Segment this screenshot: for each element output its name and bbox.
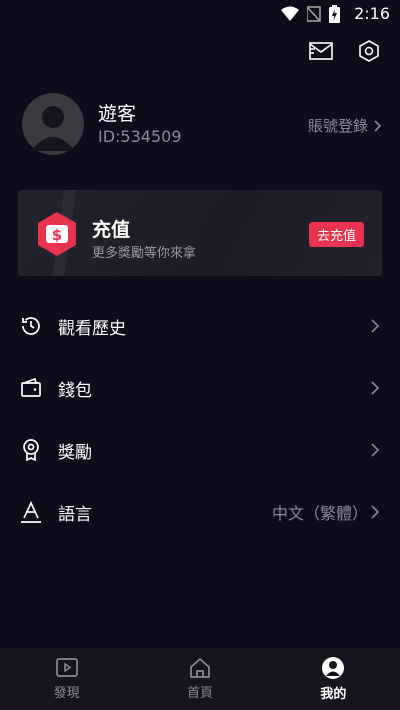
tab-me[interactable]: 我的 <box>267 648 400 710</box>
home-icon <box>190 657 210 678</box>
chevron-right-icon <box>371 319 380 333</box>
mail-icon <box>309 42 333 60</box>
status-bar: 2:16 <box>0 0 400 28</box>
tab-home[interactable]: 首頁 <box>133 648 266 710</box>
recharge-card[interactable]: $ 充值 更多獎勵等你來拿 去充值 <box>18 190 382 276</box>
menu-item-reward[interactable]: 獎勵 <box>0 419 400 481</box>
status-time: 2:16 <box>354 4 390 23</box>
tab-label-discover: 發現 <box>53 686 80 701</box>
menu-label-reward: 獎勵 <box>58 442 92 463</box>
menu-label-language: 語言 <box>58 504 92 525</box>
menu-label-history: 觀看歷史 <box>58 318 126 339</box>
language-value: 中文（繁體） <box>271 504 368 523</box>
chevron-right-icon <box>371 505 380 519</box>
reward-icon <box>20 439 42 461</box>
profile-name: 遊客 <box>98 103 137 125</box>
top-actions <box>308 38 382 64</box>
user-avatar-icon <box>31 106 75 151</box>
no-signal-icon <box>307 6 321 22</box>
svg-text:$: $ <box>52 226 62 244</box>
chevron-right-icon <box>371 443 380 457</box>
avatar[interactable] <box>22 93 84 155</box>
profile-uid: ID:534509 <box>98 127 182 146</box>
play-square-icon <box>55 658 78 677</box>
settings-menu: 觀看歷史 錢包 獎勵 語言 中文（繁體） <box>0 295 400 543</box>
recharge-title: 充值 <box>92 219 131 241</box>
profile-section: 遊客 ID:534509 賬號登錄 <box>22 93 382 155</box>
message-button[interactable] <box>308 38 334 64</box>
recharge-subtitle: 更多獎勵等你來拿 <box>92 246 197 261</box>
wallet-icon <box>20 377 42 399</box>
coin-s-icon: $ <box>38 212 76 256</box>
tab-label-me: 我的 <box>320 687 347 702</box>
chevron-right-icon <box>374 119 382 132</box>
bottom-tab-bar: 發現 首頁 我的 <box>0 648 400 710</box>
user-circle-icon <box>322 657 345 679</box>
battery-charging-icon <box>329 5 340 23</box>
tab-discover[interactable]: 發現 <box>0 648 133 710</box>
go-recharge-button[interactable]: 去充值 <box>308 222 364 247</box>
menu-item-wallet[interactable]: 錢包 <box>0 357 400 419</box>
language-icon <box>20 501 42 523</box>
tab-label-home: 首頁 <box>186 686 213 701</box>
account-login-link[interactable]: 賬號登錄 <box>308 115 382 136</box>
settings-icon <box>359 40 379 62</box>
account-login-label: 賬號登錄 <box>307 117 368 135</box>
history-icon <box>20 315 42 337</box>
settings-button[interactable] <box>356 38 382 64</box>
menu-item-language[interactable]: 語言 中文（繁體） <box>0 481 400 543</box>
menu-label-wallet: 錢包 <box>58 380 92 401</box>
wifi-icon <box>281 6 299 21</box>
status-icons <box>281 5 340 23</box>
chevron-right-icon <box>371 381 380 395</box>
menu-item-history[interactable]: 觀看歷史 <box>0 295 400 357</box>
